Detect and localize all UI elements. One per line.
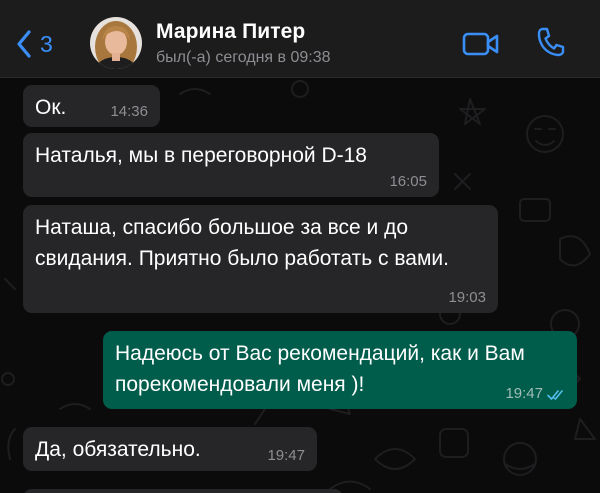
message-time: 19:47: [267, 447, 305, 464]
message-bubble-incoming[interactable]: Наталья, мы в переговорной D-18 16:05: [23, 133, 439, 197]
message-time: 14:36: [110, 103, 148, 120]
message-bubble-incoming[interactable]: Да, обязательно. 19:47: [23, 427, 317, 471]
contact-name[interactable]: Марина Питер: [156, 20, 305, 44]
message-time: 19:47: [505, 385, 543, 402]
chat-header: 3 Марина Питер был(-а) сегодня в 09:38: [0, 0, 600, 78]
avatar[interactable]: [90, 17, 142, 69]
message-text: Наталья, мы в переговорной D-18: [35, 144, 367, 167]
message-bubble-partial[interactable]: [23, 489, 343, 493]
chevron-left-icon: [17, 30, 31, 58]
read-receipt-icon: [547, 390, 563, 400]
message-bubble-incoming[interactable]: Наташа, спасибо большое за все и до свид…: [23, 205, 498, 313]
message-text: Да, обязательно.: [35, 438, 201, 461]
message-time: 19:03: [448, 289, 486, 306]
last-seen-status: был(-а) сегодня в 09:38: [156, 49, 331, 66]
message-text: Наташа, спасибо большое за все и до свид…: [35, 216, 449, 270]
back-button[interactable]: 3: [16, 26, 53, 62]
message-bubble-outgoing[interactable]: Надеюсь от Вас рекомендаций, как и Вам п…: [103, 331, 577, 409]
message-time: 16:05: [389, 173, 427, 190]
message-list[interactable]: Ок. 14:36 Наталья, мы в переговорной D-1…: [0, 79, 600, 493]
video-call-icon[interactable]: [462, 30, 500, 58]
phone-call-icon[interactable]: [536, 26, 566, 58]
message-text: Надеюсь от Вас рекомендаций, как и Вам п…: [115, 342, 525, 396]
unread-count: 3: [40, 30, 53, 57]
message-bubble-incoming[interactable]: Ок. 14:36: [23, 85, 160, 127]
